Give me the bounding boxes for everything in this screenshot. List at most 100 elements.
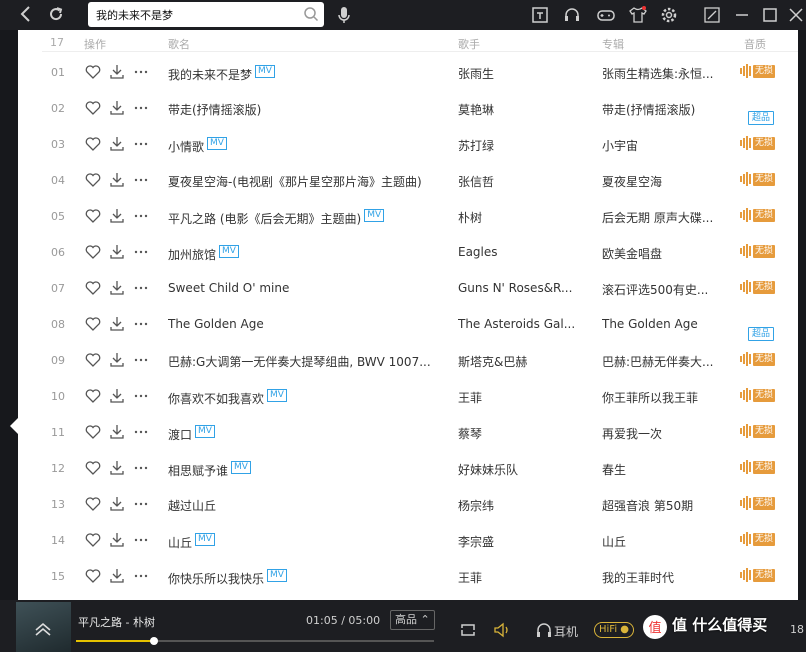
song-title-text[interactable]: 渡口 <box>168 428 192 442</box>
heart-icon[interactable] <box>84 135 102 153</box>
progress-track[interactable] <box>76 637 434 645</box>
song-title[interactable]: 你喜欢不如我喜欢 MV <box>168 389 287 407</box>
download-icon[interactable] <box>108 315 126 333</box>
minimize-icon[interactable] <box>732 5 752 25</box>
song-artist[interactable]: 张雨生 <box>458 65 582 82</box>
download-icon[interactable] <box>108 207 126 225</box>
more-icon[interactable] <box>132 243 150 261</box>
mini-mode-icon[interactable] <box>702 5 722 25</box>
header-artist[interactable]: 歌手 <box>458 36 480 52</box>
skin-badge-icon[interactable] <box>530 5 550 25</box>
song-artist[interactable]: 斯塔克&巴赫 <box>458 353 582 370</box>
more-icon[interactable] <box>132 531 150 549</box>
search-box[interactable] <box>88 2 324 27</box>
mv-badge[interactable]: MV <box>195 425 215 438</box>
mv-badge[interactable]: MV <box>255 65 275 78</box>
download-icon[interactable] <box>108 459 126 477</box>
search-input[interactable] <box>96 6 296 23</box>
search-icon[interactable] <box>303 6 319 22</box>
song-album[interactable]: 张雨生精选集:永恒... <box>602 65 724 82</box>
song-title-text[interactable]: 带走(抒情摇滚版) <box>168 103 261 117</box>
song-album[interactable]: 山丘 <box>602 533 724 550</box>
quality-select[interactable]: 高品 ⌃ <box>390 610 435 630</box>
song-album[interactable]: 滚石评选500有史... <box>602 281 724 298</box>
headphones-output-icon[interactable] <box>534 620 554 640</box>
song-row[interactable]: 07 Sweet Child O' mine Guns N' Roses&R..… <box>42 270 798 306</box>
song-title[interactable]: 山丘 MV <box>168 533 215 551</box>
download-icon[interactable] <box>108 243 126 261</box>
download-icon[interactable] <box>108 423 126 441</box>
song-row[interactable]: 10 你喜欢不如我喜欢 MV 王菲 你王菲所以我王菲 无损 <box>42 378 798 414</box>
more-icon[interactable] <box>132 495 150 513</box>
loop-icon[interactable] <box>458 620 478 640</box>
heart-icon[interactable] <box>84 279 102 297</box>
gamepad-icon[interactable] <box>596 5 616 25</box>
song-album[interactable]: 我的王菲时代 <box>602 569 724 586</box>
song-artist[interactable]: 蔡琴 <box>458 425 582 442</box>
song-row[interactable]: 05 平凡之路 (电影《后会无期》主题曲) MV 朴树 后会无期 原声大碟... … <box>42 198 798 234</box>
song-title-text[interactable]: 夏夜星空海-(电视剧《那片星空那片海》主题曲) <box>168 175 422 189</box>
heart-icon[interactable] <box>84 207 102 225</box>
song-album[interactable]: 夏夜星空海 <box>602 173 724 190</box>
song-album[interactable]: 巴赫:巴赫无伴奏大... <box>602 353 724 370</box>
heart-icon[interactable] <box>84 63 102 81</box>
song-row[interactable]: 12 相思赋予谁 MV 好妹妹乐队 春生 无损 <box>42 450 798 486</box>
mv-badge[interactable]: MV <box>364 209 385 222</box>
song-title-text[interactable]: 越过山丘 <box>168 499 216 513</box>
song-row[interactable]: 01 我的未来不是梦 MV 张雨生 张雨生精选集:永恒... 无损 <box>42 54 798 90</box>
mv-badge[interactable]: MV <box>195 533 215 546</box>
more-icon[interactable] <box>132 315 150 333</box>
song-artist[interactable]: 张信哲 <box>458 173 582 190</box>
song-title[interactable]: Sweet Child O' mine <box>168 281 289 295</box>
song-artist[interactable]: 朴树 <box>458 209 582 226</box>
song-album[interactable]: 超强音浪 第50期 <box>602 497 724 514</box>
download-icon[interactable] <box>108 531 126 549</box>
song-artist[interactable]: 莫艳琳 <box>458 101 582 118</box>
song-title-text[interactable]: 我的未来不是梦 <box>168 68 252 82</box>
more-icon[interactable] <box>132 387 150 405</box>
heart-icon[interactable] <box>84 567 102 585</box>
song-row[interactable]: 11 渡口 MV 蔡琴 再爱我一次 无损 <box>42 414 798 450</box>
song-artist[interactable]: 好妹妹乐队 <box>458 461 582 478</box>
heart-icon[interactable] <box>84 243 102 261</box>
song-title-text[interactable]: 相思赋予谁 <box>168 464 228 478</box>
song-artist[interactable]: 杨宗纬 <box>458 497 582 514</box>
volume-icon[interactable] <box>492 620 512 640</box>
song-row[interactable]: 14 山丘 MV 李宗盛 山丘 无损 <box>42 522 798 558</box>
song-row[interactable]: 13 越过山丘 杨宗纬 超强音浪 第50期 无损 <box>42 486 798 522</box>
download-icon[interactable] <box>108 135 126 153</box>
song-title[interactable]: 带走(抒情摇滚版) <box>168 101 261 118</box>
mv-badge[interactable]: MV <box>267 569 287 582</box>
more-icon[interactable] <box>132 459 150 477</box>
song-album[interactable]: The Golden Age <box>602 317 724 331</box>
more-icon[interactable] <box>132 99 150 117</box>
now-playing-title[interactable]: 平凡之路 - 朴树 <box>78 614 155 630</box>
song-title[interactable]: 夏夜星空海-(电视剧《那片星空那片海》主题曲) <box>168 173 422 190</box>
heart-icon[interactable] <box>84 387 102 405</box>
heart-icon[interactable] <box>84 423 102 441</box>
mv-badge[interactable]: MV <box>219 245 239 258</box>
mv-badge[interactable]: MV <box>207 137 227 150</box>
earphone-label[interactable]: 耳机 <box>554 623 578 640</box>
header-title[interactable]: 歌名 <box>168 36 190 52</box>
song-artist[interactable]: The Asteroids Gal... <box>458 317 582 331</box>
song-album[interactable]: 你王菲所以我王菲 <box>602 389 724 406</box>
download-icon[interactable] <box>108 567 126 585</box>
hifi-badge[interactable]: HiFi ● <box>594 622 635 638</box>
download-icon[interactable] <box>108 171 126 189</box>
more-icon[interactable] <box>132 171 150 189</box>
song-title-text[interactable]: 你喜欢不如我喜欢 <box>168 392 264 406</box>
heart-icon[interactable] <box>84 315 102 333</box>
more-icon[interactable] <box>132 351 150 369</box>
song-title[interactable]: 巴赫:G大调第一无伴奏大提琴组曲, BWV 1007... <box>168 353 431 370</box>
song-album[interactable]: 春生 <box>602 461 724 478</box>
gear-icon[interactable] <box>659 5 679 25</box>
header-album[interactable]: 专辑 <box>602 36 624 52</box>
song-row[interactable]: 08 The Golden Age The Asteroids Gal... T… <box>42 306 798 342</box>
more-icon[interactable] <box>132 207 150 225</box>
close-icon[interactable] <box>786 5 806 25</box>
album-cover[interactable] <box>16 602 71 652</box>
song-album[interactable]: 欧美金唱盘 <box>602 245 724 262</box>
song-title-text[interactable]: 小情歌 <box>168 140 204 154</box>
song-title[interactable]: 渡口 MV <box>168 425 215 443</box>
